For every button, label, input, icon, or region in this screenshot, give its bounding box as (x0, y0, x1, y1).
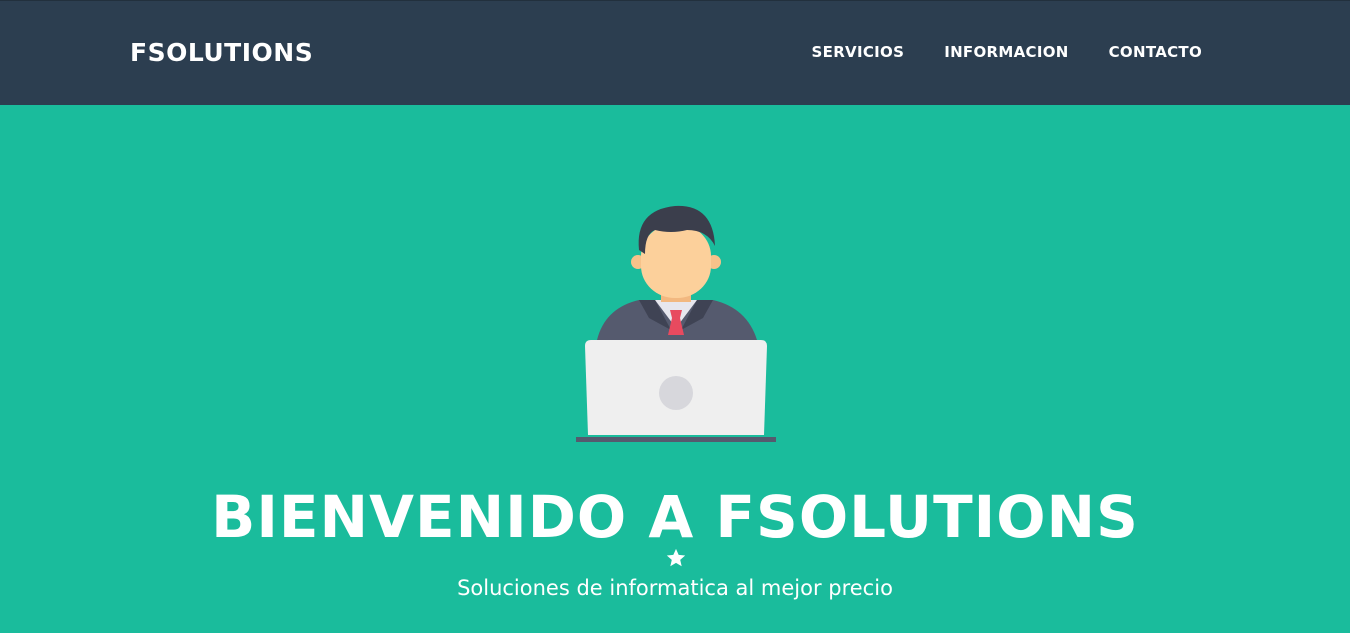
page-title: BIENVENIDO A FSOLUTIONS (211, 483, 1139, 551)
navbar: FSOLUTIONS SERVICIOS INFORMACION CONTACT… (0, 0, 1350, 105)
nav-menu: SERVICIOS INFORMACION CONTACTO (812, 41, 1202, 63)
nav-link-informacion[interactable]: INFORMACION (944, 41, 1068, 63)
businessman-at-laptop-icon (576, 205, 776, 442)
star-icon (666, 548, 686, 567)
masthead: BIENVENIDO A FSOLUTIONS Soluciones de in… (0, 105, 1350, 633)
nav-link-contacto[interactable]: CONTACTO (1109, 41, 1202, 63)
brand-link[interactable]: FSOLUTIONS (130, 38, 313, 68)
nav-link-servicios[interactable]: SERVICIOS (812, 41, 905, 63)
subtitle: Soluciones de informatica al mejor preci… (457, 576, 893, 600)
